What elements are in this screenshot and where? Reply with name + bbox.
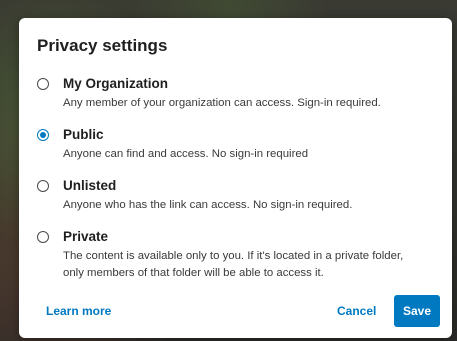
radio-unselected-icon[interactable]	[37, 231, 49, 243]
dialog-title: Privacy settings	[37, 36, 168, 55]
radio-unselected-icon[interactable]	[37, 180, 49, 192]
option-label: My Organization	[63, 76, 169, 91]
cancel-button[interactable]: Cancel	[337, 304, 376, 318]
save-button[interactable]: Save	[394, 295, 440, 327]
privacy-settings-dialog: Privacy settings My Organization Any mem…	[19, 18, 452, 338]
radio-unselected-icon[interactable]	[37, 78, 49, 90]
option-description: Anyone can find and access. No sign-in r…	[63, 148, 309, 160]
learn-more-link[interactable]: Learn more	[46, 304, 111, 318]
option-description: Any member of your organization can acce…	[63, 97, 381, 109]
option-label: Private	[63, 229, 109, 244]
option-description: The content is available only to you. If…	[63, 250, 404, 279]
option-description: Anyone who has the link can access. No s…	[63, 199, 353, 211]
radio-selected-icon[interactable]	[37, 129, 49, 141]
option-label: Public	[63, 127, 104, 142]
option-label: Unlisted	[63, 178, 117, 193]
